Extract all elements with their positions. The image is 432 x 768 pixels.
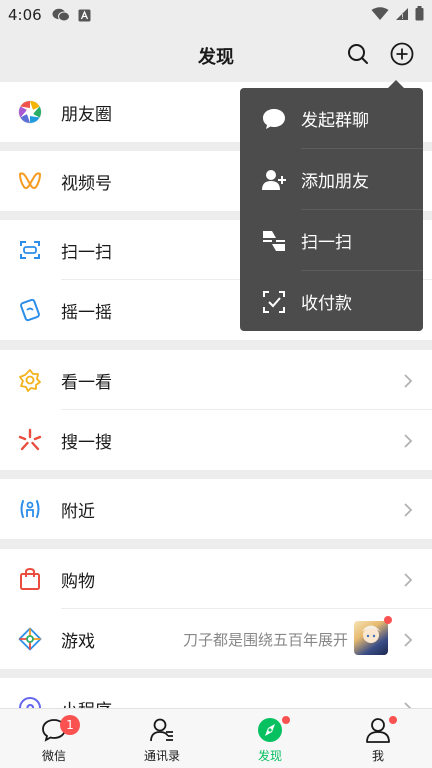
tab-chats-label: 微信 <box>41 749 66 763</box>
wifi-icon <box>371 6 389 25</box>
title-bar: 发现 <box>0 30 432 82</box>
row-games-label: 游戏 <box>61 631 95 652</box>
tab-contacts-label: 通讯录 <box>143 749 180 763</box>
shake-icon <box>18 298 42 322</box>
row-search-label: 搜一搜 <box>61 432 112 453</box>
search-icon <box>347 43 369 69</box>
unread-badge: 1 <box>60 715 80 735</box>
chevron-right-icon <box>403 502 413 517</box>
row-channels-label: 视频号 <box>61 173 112 194</box>
shopping-bag-icon <box>18 567 42 591</box>
games-new-dot <box>384 616 392 624</box>
chevron-right-icon <box>403 373 413 388</box>
payment-scan-icon <box>261 289 287 315</box>
status-time: 4:06 <box>8 6 42 24</box>
status-bar: 4:06 ! <box>0 0 432 30</box>
menu-item-new-group-chat[interactable]: 发起群聊 <box>240 88 423 149</box>
row-nearby-label: 附近 <box>61 501 95 522</box>
row-top-stories[interactable]: 看一看 <box>0 350 432 410</box>
battery-icon <box>415 6 424 25</box>
menu-item-label: 扫一扫 <box>301 233 352 253</box>
tab-me[interactable]: 我 <box>324 709 432 768</box>
page-title: 发现 <box>198 47 234 68</box>
scan-icon <box>18 238 42 262</box>
profile-icon <box>364 716 392 744</box>
games-subtitle: 刀子都是围绕五百年展开 <box>182 630 348 649</box>
add-button[interactable] <box>388 42 416 70</box>
chevron-right-icon <box>403 433 413 448</box>
menu-item-scan[interactable]: 扫一扫 <box>240 210 423 271</box>
row-games[interactable]: 游戏 刀子都是围绕五百年展开 <box>0 609 432 669</box>
nearby-icon <box>18 497 42 521</box>
signal-icon: ! <box>395 6 409 25</box>
svg-text:!: ! <box>401 13 404 21</box>
row-search[interactable]: 搜一搜 <box>0 410 432 470</box>
wechat-icon <box>52 8 70 22</box>
row-moments-label: 朋友圈 <box>61 104 112 125</box>
search-feature-icon <box>18 428 42 452</box>
tab-discover-label: 发现 <box>257 749 282 763</box>
menu-item-label: 收付款 <box>301 294 352 314</box>
tab-me-label: 我 <box>371 749 384 763</box>
menu-item-label: 发起群聊 <box>301 111 369 131</box>
row-shopping-label: 购物 <box>61 571 95 592</box>
chevron-right-icon <box>403 632 413 647</box>
discover-new-dot <box>282 716 290 724</box>
menu-item-label: 添加朋友 <box>301 172 369 192</box>
scan-icon <box>261 228 287 254</box>
game-thumbnail <box>354 621 388 655</box>
add-user-icon <box>261 167 287 193</box>
tab-chats[interactable]: 1 微信 <box>0 709 108 768</box>
contacts-icon <box>148 716 176 744</box>
games-icon <box>18 627 42 651</box>
search-button[interactable] <box>344 42 372 70</box>
menu-item-money[interactable]: 收付款 <box>240 271 423 332</box>
me-new-dot <box>389 716 397 724</box>
tab-discover[interactable]: 发现 <box>216 709 324 768</box>
compass-icon <box>256 716 284 744</box>
bottom-tab-bar: 1 微信 通讯录 发现 我 <box>0 708 432 768</box>
row-scan-label: 扫一扫 <box>61 242 112 263</box>
row-nearby[interactable]: 附近 <box>0 479 432 539</box>
a-notification-icon <box>78 9 91 22</box>
moments-icon <box>18 100 42 124</box>
chat-bubble-icon <box>261 106 287 132</box>
channels-icon <box>18 169 42 193</box>
chevron-right-icon <box>403 572 413 587</box>
plus-circle-icon <box>390 42 414 70</box>
tab-contacts[interactable]: 通讯录 <box>108 709 216 768</box>
row-top-stories-label: 看一看 <box>61 372 112 393</box>
popup-menu: 发起群聊 添加朋友 扫一扫 收付款 <box>240 88 423 331</box>
menu-item-add-contacts[interactable]: 添加朋友 <box>240 149 423 210</box>
top-stories-icon <box>18 368 42 392</box>
popup-arrow <box>388 80 404 88</box>
row-shake-label: 摇一摇 <box>61 302 112 323</box>
row-shopping[interactable]: 购物 <box>0 549 432 609</box>
